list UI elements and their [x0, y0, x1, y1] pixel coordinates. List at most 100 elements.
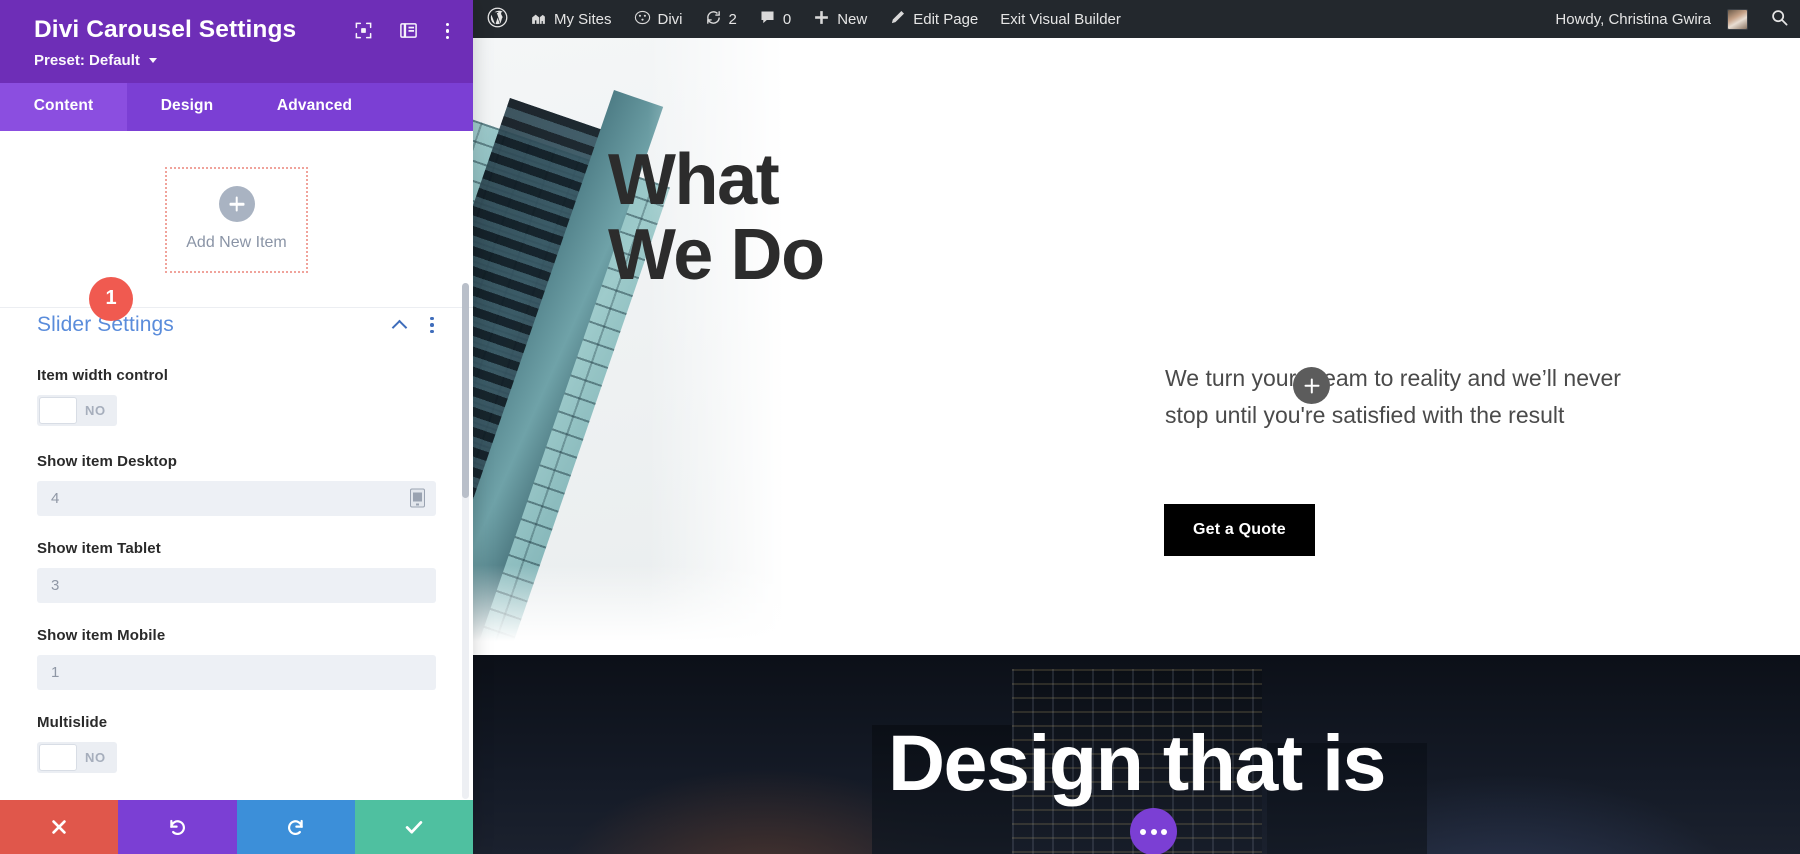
- dot: [445, 29, 449, 33]
- divi-icon: [634, 9, 651, 30]
- chevron-up-icon[interactable]: [393, 320, 408, 329]
- admin-bar-label: Exit Visual Builder: [1000, 10, 1121, 28]
- settings-scrollbar-track[interactable]: [462, 282, 469, 799]
- admin-bar-label: Divi: [657, 10, 683, 28]
- admin-bar-label: 2: [728, 10, 737, 28]
- field-label: Multislide: [37, 713, 108, 731]
- wordpress-logo-icon: [487, 7, 508, 32]
- admin-bar-item-exit-visual-builder[interactable]: Exit Visual Builder: [989, 0, 1132, 38]
- admin-bar-howdy[interactable]: Howdy, Christina Gwira: [1541, 0, 1759, 38]
- vertical-dots-icon[interactable]: [444, 21, 451, 41]
- field-show-item-desktop: Show item Desktop: [37, 453, 436, 516]
- wordpress-admin-bar: My Sites Divi 2 0 New Edit Page Exit Vis…: [473, 0, 1800, 38]
- lower-heading: Design that is: [888, 718, 1386, 807]
- item-width-control-toggle[interactable]: NO: [37, 394, 117, 426]
- admin-bar-search-button[interactable]: [1759, 0, 1800, 38]
- hero-section: What We Do We turn your dream to reality…: [473, 38, 1800, 655]
- section-title: Slider Settings: [37, 312, 174, 336]
- dot: [430, 316, 434, 321]
- undo-icon: [167, 817, 188, 838]
- settings-header-icon-group: [354, 21, 451, 41]
- settings-tabs: Content Design Advanced: [0, 82, 473, 131]
- admin-bar-item-my-sites[interactable]: My Sites: [519, 0, 623, 38]
- redo-button[interactable]: [236, 800, 355, 854]
- divi-settings-panel: Divi Carousel Settings Preset: Default C…: [0, 0, 473, 854]
- three-dots-icon: [1150, 828, 1157, 835]
- sites-icon: [530, 9, 547, 30]
- toggle-knob: [39, 743, 77, 771]
- photo-fade-bottom: [473, 565, 868, 655]
- search-icon: [1770, 8, 1789, 31]
- toggle-value: NO: [85, 402, 106, 418]
- dot: [430, 323, 434, 327]
- add-item-zone: 1 Add New Item: [0, 131, 473, 321]
- redo-icon: [285, 817, 306, 838]
- add-new-item-button[interactable]: Add New Item: [165, 166, 308, 273]
- toggle-value: NO: [85, 749, 106, 765]
- admin-bar-label: My Sites: [554, 10, 612, 28]
- input-row: [37, 654, 436, 690]
- admin-bar-item-comments[interactable]: 0: [748, 0, 802, 38]
- admin-bar-item-edit-page[interactable]: Edit Page: [878, 0, 989, 38]
- field-show-item-tablet: Show item Tablet: [37, 540, 436, 603]
- undo-button[interactable]: [118, 800, 237, 854]
- updates-icon: [705, 9, 722, 30]
- comment-icon: [759, 9, 776, 30]
- plus-circle-icon: [218, 185, 255, 222]
- settings-panel-body: 1 Add New Item Slider Settings Item widt…: [0, 130, 473, 854]
- hero-paragraph: We turn your dream to reality and we’ll …: [1165, 365, 1621, 429]
- toggle-knob: [39, 396, 77, 424]
- dot: [430, 329, 434, 334]
- tab-advanced[interactable]: Advanced: [247, 83, 382, 131]
- get-a-quote-button[interactable]: Get a Quote: [1164, 504, 1315, 556]
- visual-builder-canvas: What We Do We turn your dream to reality…: [473, 38, 1800, 854]
- field-label: Show item Mobile: [37, 626, 166, 644]
- settings-panel-footer: [0, 800, 473, 854]
- add-new-item-label: Add New Item: [186, 233, 287, 251]
- field-label: Show item Tablet: [37, 539, 161, 557]
- field-show-item-mobile: Show item Mobile: [37, 627, 436, 690]
- chevron-down-icon: [149, 57, 158, 63]
- show-item-mobile-input[interactable]: [37, 654, 436, 690]
- show-item-tablet-input[interactable]: [37, 567, 436, 603]
- admin-bar-label: Edit Page: [913, 10, 979, 28]
- field-label: Show item Desktop: [37, 452, 178, 470]
- settings-scroll-area: Slider Settings Item width control NO Sh…: [0, 283, 473, 799]
- pencil-icon: [889, 9, 906, 30]
- photo-fade-right: [648, 38, 868, 655]
- focus-target-icon[interactable]: [354, 21, 373, 40]
- panel-layout-icon[interactable]: [399, 21, 418, 40]
- admin-bar-item-new[interactable]: New: [802, 0, 878, 38]
- hero-heading-line-2: We Do: [608, 214, 825, 295]
- responsive-device-icon[interactable]: [410, 488, 425, 508]
- tab-design[interactable]: Design: [127, 83, 247, 131]
- page-title: What We Do: [608, 140, 825, 295]
- settings-panel-header: Divi Carousel Settings Preset: Default: [0, 0, 473, 83]
- building-photo: [473, 38, 868, 655]
- admin-bar-label: 0: [782, 10, 792, 28]
- three-dots-icon: [1161, 828, 1167, 835]
- preset-selector[interactable]: Preset: Default: [34, 52, 453, 69]
- admin-bar-item-divi[interactable]: Divi: [623, 0, 694, 38]
- admin-bar-item-updates[interactable]: 2: [694, 0, 748, 38]
- wordpress-logo-button[interactable]: [473, 0, 519, 38]
- tab-content[interactable]: Content: [0, 82, 127, 131]
- close-icon: [49, 817, 69, 837]
- admin-bar-right: Howdy, Christina Gwira: [1541, 0, 1800, 38]
- dot: [445, 35, 449, 39]
- save-button[interactable]: [354, 800, 473, 854]
- settings-scrollbar-thumb[interactable]: [462, 282, 469, 498]
- vertical-dots-icon[interactable]: [428, 315, 436, 336]
- add-module-button[interactable]: [1293, 367, 1330, 404]
- field-multislide: Multislide NO: [37, 714, 436, 776]
- field-item-width-control: Item width control NO: [37, 367, 436, 429]
- dot: [445, 23, 449, 27]
- app-root: My Sites Divi 2 0 New Edit Page Exit Vis…: [0, 0, 1800, 854]
- three-dots-icon: [1140, 828, 1146, 835]
- show-item-desktop-input[interactable]: [37, 480, 436, 516]
- cancel-button[interactable]: [0, 800, 119, 854]
- hero-heading-line-1: What: [608, 140, 780, 220]
- multislide-toggle[interactable]: NO: [37, 741, 117, 773]
- preset-label: Preset: Default: [34, 51, 140, 69]
- module-options-button[interactable]: [1130, 808, 1177, 854]
